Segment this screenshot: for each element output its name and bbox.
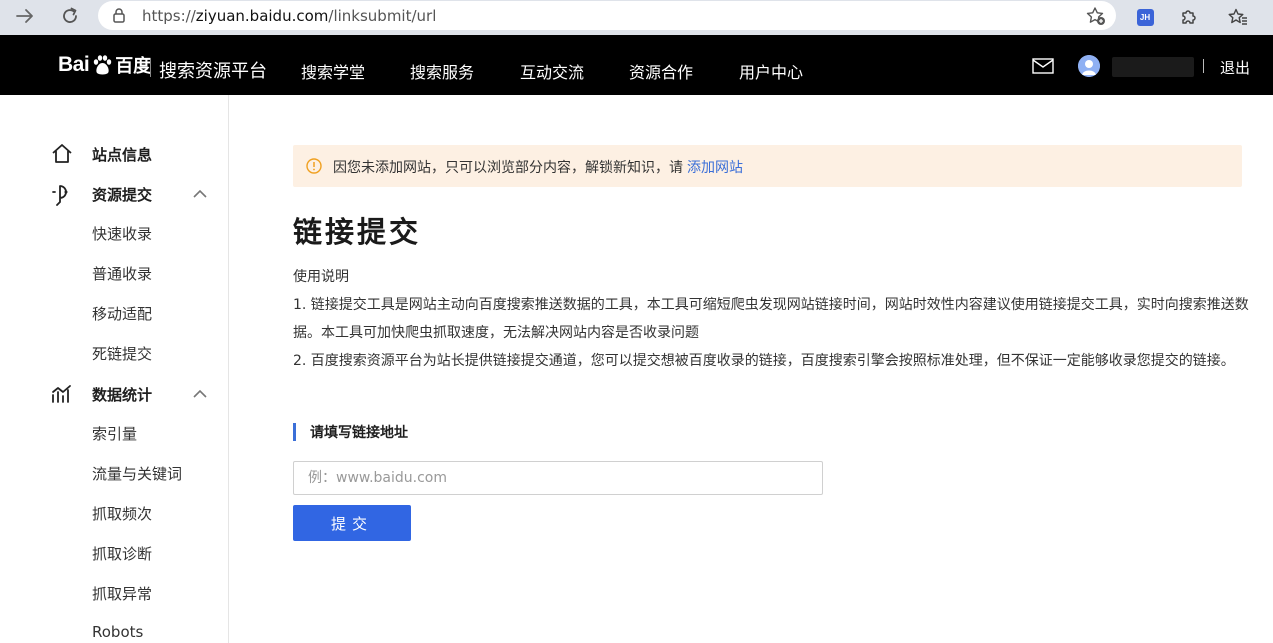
sidebar-group-resource-submit[interactable]: 资源提交 [50,182,152,206]
header-divider [1203,59,1204,73]
platform-name[interactable]: 搜索资源平台 [159,57,267,83]
field-label-accent [293,423,296,441]
nav-resource-cooperation[interactable]: 资源合作 [629,59,693,83]
sidebar-group-label: 数据统计 [92,385,153,404]
forward-arrow-icon[interactable] [12,5,38,27]
sidebar-group-data-stats[interactable]: 数据统计 [50,382,152,406]
submit-button[interactable]: 提交 [293,505,411,541]
lock-icon [112,7,126,27]
username-redacted[interactable] [1112,57,1194,77]
extension-jh-icon[interactable]: JH [1134,6,1156,28]
usage-line-1-cont: 据。本工具可加快爬虫抓取速度，无法解决网站内容是否收录问题 [293,325,699,341]
extension-badge: JH [1136,8,1154,26]
field-label-group: 请填写链接地址 [293,423,408,441]
bookmark-add-icon[interactable] [1086,6,1106,30]
address-bar[interactable]: https://ziyuan.baidu.com/linksubmit/url [98,1,1116,30]
user-avatar-icon [1078,55,1100,77]
logout-link[interactable]: 退出 [1220,57,1250,78]
link-url-input[interactable] [293,461,823,495]
nav-search-services[interactable]: 搜索服务 [410,59,474,83]
logo-divider [150,59,151,77]
browser-toolbar: https://ziyuan.baidu.com/linksubmit/url … [0,0,1273,35]
sidebar-item-normal-index[interactable]: 普通收录 [92,263,152,284]
sidebar-item-crawl-errors[interactable]: 抓取异常 [92,583,152,604]
mail-icon[interactable] [1032,57,1054,75]
sidebar-item-index-volume[interactable]: 索引量 [92,423,137,444]
url-domain: ziyuan.baidu.com [195,7,329,25]
sidebar-item-mobile-adapt[interactable]: 移动适配 [92,303,152,324]
main-content: 因您未添加网站，只可以浏览部分内容，解锁新知识，请 添加网站 链接提交 使用说明 … [229,95,1273,643]
home-icon [52,144,72,163]
add-site-link[interactable]: 添加网站 [687,160,743,176]
field-label: 请填写链接地址 [310,425,408,441]
logo-text: Bai [58,53,90,76]
notice-text: 因您未添加网站，只可以浏览部分内容，解锁新知识，请 添加网站 [333,157,743,177]
logo-text-cn: 百度 [115,56,152,77]
notice-message: 因您未添加网站，只可以浏览部分内容，解锁新知识，请 [333,160,683,176]
sidebar-item-fast-index[interactable]: 快速收录 [92,223,152,244]
url-path: /linksubmit/url [328,7,437,25]
page-title: 链接提交 [293,215,422,249]
sidebar-item-crawl-diagnosis[interactable]: 抓取诊断 [92,543,152,564]
chevron-up-icon[interactable] [192,189,208,199]
sidebar-item-robots[interactable]: Robots [92,623,143,641]
sidebar-item-traffic-keywords[interactable]: 流量与关键词 [92,463,182,484]
resource-submit-icon [52,185,68,206]
avatar[interactable] [1078,55,1100,77]
usage-heading: 使用说明 [293,269,349,285]
sidebar-item-dead-link[interactable]: 死链提交 [92,343,152,364]
usage-line-2: 2. 百度搜索资源平台为站长提供链接提交通道，您可以提交想被百度收录的链接，百度… [293,353,1235,369]
sidebar-item-site-info[interactable]: 站点信息 [50,142,152,166]
sidebar-group-label: 资源提交 [92,185,153,204]
extensions-puzzle-icon[interactable] [1178,6,1200,28]
url-text: https://ziyuan.baidu.com/linksubmit/url [142,7,436,25]
nav-interaction[interactable]: 互动交流 [520,59,584,83]
sidebar-item-label: 站点信息 [92,145,153,164]
nav-user-center[interactable]: 用户中心 [739,59,803,83]
top-navigation-bar: Bai 百度 搜索资源平台 搜索学堂 搜索服务 互动交流 资源合作 用户中心 退… [0,35,1273,95]
sidebar-item-crawl-frequency[interactable]: 抓取频次 [92,503,152,524]
favorites-icon[interactable] [1227,6,1249,28]
baidu-paw-icon [93,55,112,75]
stats-chart-icon [52,385,71,403]
sidebar: 站点信息 资源提交 快速收录 普通收录 移动适配 死链提交 数据统计 索引量 流… [0,95,229,643]
usage-line-1: 1. 链接提交工具是网站主动向百度搜索推送数据的工具，本工具可缩短爬虫发现网站链… [293,297,1249,313]
reload-icon[interactable] [57,5,83,27]
chevron-up-icon[interactable] [192,389,208,399]
baidu-logo[interactable]: Bai 百度 [58,49,151,81]
nav-search-academy[interactable]: 搜索学堂 [301,59,365,83]
warning-icon [306,158,322,174]
url-scheme: https:// [142,7,196,25]
notice-banner: 因您未添加网站，只可以浏览部分内容，解锁新知识，请 添加网站 [293,145,1242,187]
